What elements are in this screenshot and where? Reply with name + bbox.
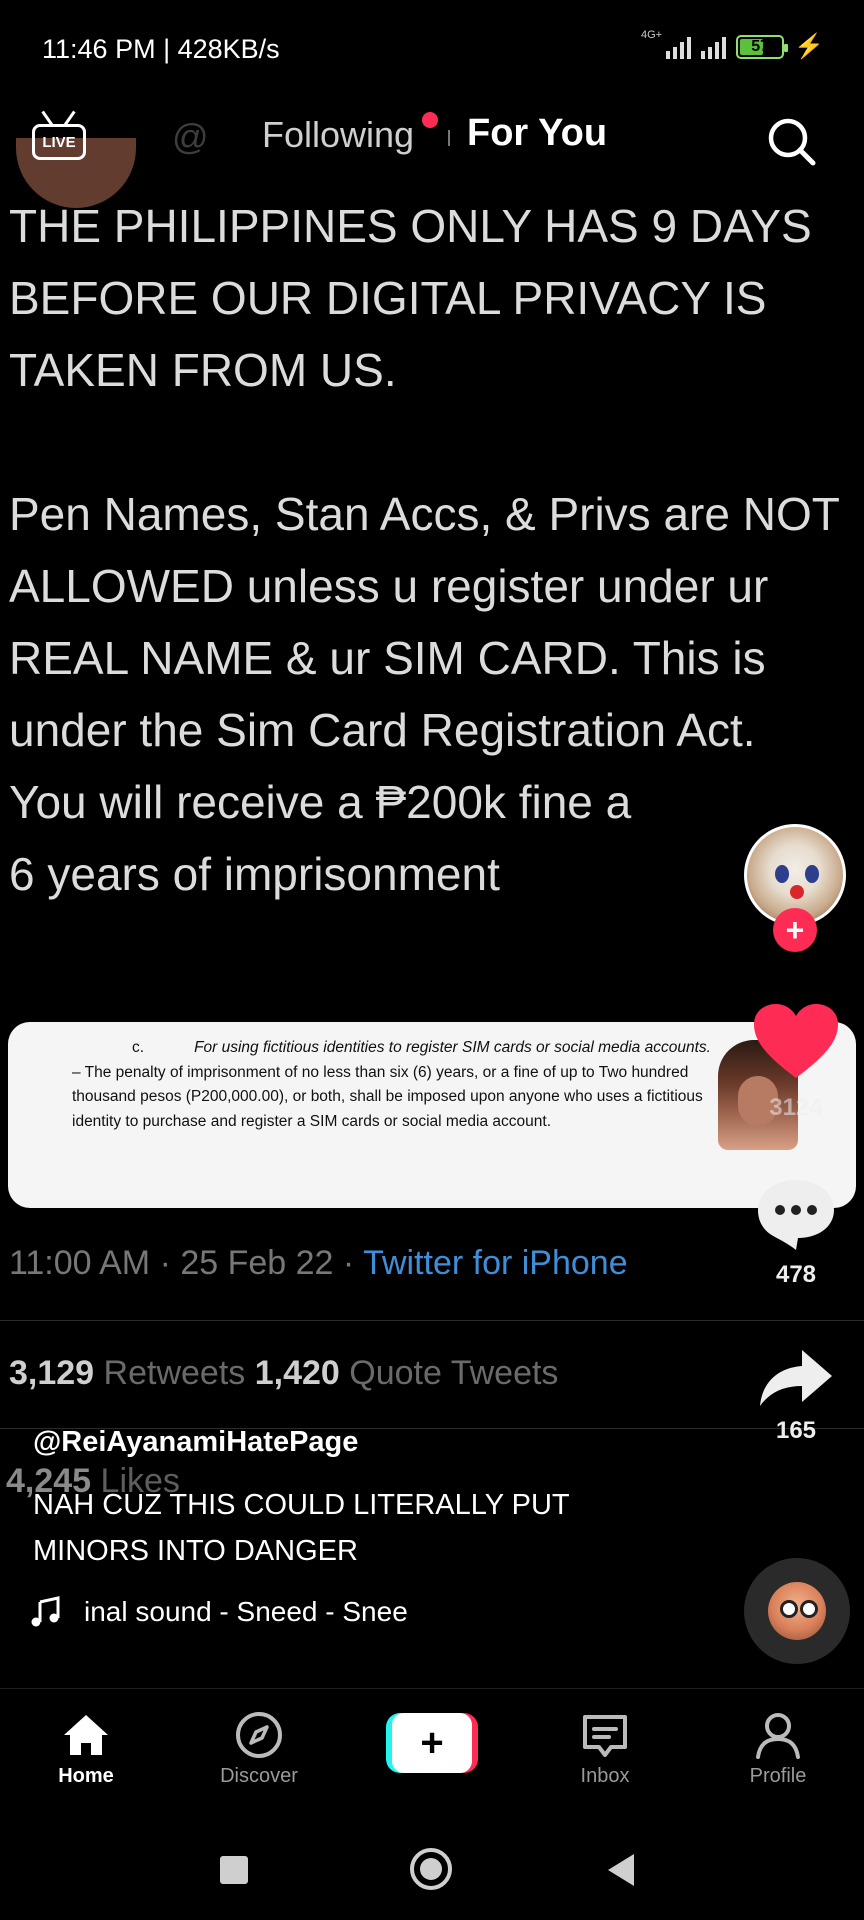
music-note-icon <box>31 1596 60 1627</box>
inbox-icon <box>583 1715 627 1757</box>
share-button[interactable]: 165 <box>746 1348 846 1445</box>
profile-icon <box>756 1713 800 1759</box>
heart-icon <box>754 1004 838 1078</box>
quote-letter: c. <box>132 1039 145 1056</box>
sound-name: inal sound - Sneed - Snee <box>84 1596 408 1627</box>
sound-disc-artwork <box>768 1582 826 1640</box>
signal-icon-2 <box>701 35 727 59</box>
back-button[interactable] <box>608 1854 634 1886</box>
like-count: 3124 <box>769 1094 823 1121</box>
tweet-text: THE PHILIPPINES ONLY HAS 9 DAYS BEFORE O… <box>9 200 839 900</box>
system-nav-bar <box>0 1810 864 1920</box>
tweet-timestamp: 11:00 AM · 25 Feb 22 · <box>9 1244 364 1282</box>
comment-bubble-icon <box>758 1180 834 1250</box>
bottom-nav: Home Discover + Inbox Profile <box>0 1688 864 1810</box>
quote-tweets-count: 1,420 <box>254 1354 340 1392</box>
share-arrow-icon <box>760 1350 832 1406</box>
home-icon <box>64 1715 108 1755</box>
nav-inbox-label: Inbox <box>580 1765 630 1787</box>
quoted-document-text: c. For using fictitious identities to reg… <box>72 1036 712 1134</box>
status-icons: 4G+ 57 ⚡ <box>641 28 824 61</box>
like-button[interactable] <box>746 1004 846 1085</box>
nav-inbox[interactable]: Inbox <box>545 1709 665 1788</box>
tweet-stats: 3,129 Retweets 1,420 Quote Tweets <box>9 1354 558 1393</box>
quote-body: – The penalty of imprisonment of no less… <box>72 1063 703 1130</box>
battery-level: 57 <box>751 37 769 55</box>
retweets-label: Retweets <box>94 1354 255 1392</box>
tab-for-you[interactable]: For You <box>467 112 607 155</box>
nav-home-label: Home <box>58 1765 114 1787</box>
share-count: 165 <box>775 1417 817 1444</box>
caption-username[interactable]: @ReiAyanamiHatePage <box>33 1426 358 1459</box>
status-time: 11:46 PM | 428KB/s <box>42 34 280 64</box>
divider <box>0 1320 864 1321</box>
live-label: LIVE <box>32 124 86 160</box>
signal-icon <box>666 35 692 59</box>
tab-separator <box>448 130 450 146</box>
tweet-meta: 11:00 AM · 25 Feb 22 · Twitter for iPhon… <box>9 1244 628 1283</box>
nav-profile-label: Profile <box>749 1765 807 1787</box>
compass-icon <box>236 1712 282 1758</box>
plus-icon: + <box>392 1713 472 1773</box>
quote-italic-heading: For using fictitious identities to regis… <box>194 1039 711 1056</box>
follow-button[interactable]: + <box>773 908 817 952</box>
avatar-eye <box>805 865 819 883</box>
nav-discover[interactable]: Discover <box>199 1709 319 1788</box>
status-bar: 11:46 PM | 428KB/s 4G+ 57 ⚡ <box>0 0 864 98</box>
nav-profile[interactable]: Profile <box>718 1709 838 1788</box>
sound-row[interactable]: inal sound - Sneed - Snee <box>30 1596 424 1628</box>
caption-text: NAH CUZ THIS COULD LITERALLY PUT MINORS … <box>33 1489 570 1567</box>
nav-discover-label: Discover <box>220 1765 298 1787</box>
battery-icon: 57 <box>736 34 789 59</box>
quote-tweets-label: Quote Tweets <box>339 1354 559 1392</box>
tab-following[interactable]: Following <box>262 114 414 156</box>
nav-home[interactable]: Home <box>26 1709 146 1788</box>
network-type: 4G+ <box>641 28 663 41</box>
tweet-source: Twitter for iPhone <box>363 1244 628 1282</box>
sound-disc[interactable] <box>744 1558 850 1664</box>
avatar-nose <box>790 885 804 899</box>
retweets-count: 3,129 <box>9 1354 95 1392</box>
quoted-document-card: c. For using fictitious identities to reg… <box>8 1022 856 1208</box>
top-nav: LIVE Following For You <box>0 98 864 178</box>
search-icon[interactable] <box>764 114 818 168</box>
avatar-eye <box>775 865 789 883</box>
live-tv-icon[interactable]: LIVE <box>32 110 86 160</box>
create-button[interactable]: + <box>386 1713 478 1773</box>
comment-button[interactable]: 478 <box>746 1176 846 1289</box>
home-button[interactable] <box>410 1848 452 1890</box>
charging-icon: ⚡ <box>794 33 824 60</box>
comment-count: 478 <box>775 1261 817 1288</box>
notification-dot <box>422 112 438 128</box>
recent-apps-button[interactable] <box>220 1856 248 1884</box>
